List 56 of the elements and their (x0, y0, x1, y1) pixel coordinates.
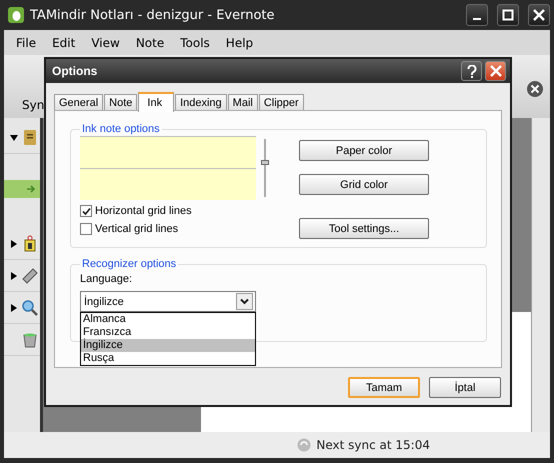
sync-button[interactable]: Syn (22, 98, 44, 112)
menu-item[interactable]: View (83, 36, 128, 50)
tab[interactable]: Indexing (175, 94, 227, 110)
option-button[interactable]: Paper color (299, 140, 429, 161)
arrow-icon (26, 184, 36, 194)
notebook-icon[interactable] (21, 128, 39, 146)
tab[interactable]: Ink (138, 92, 174, 112)
trash-icon[interactable] (21, 330, 39, 348)
scrollbar[interactable] (531, 118, 550, 432)
language-select[interactable]: İngilizce (80, 291, 256, 312)
help-button[interactable] (461, 61, 482, 81)
dropdown-option[interactable]: Almanca (81, 313, 255, 326)
expand-arrow-icon[interactable] (10, 272, 18, 280)
close-icon (532, 8, 546, 22)
ok-button[interactable]: Tamam (348, 377, 420, 398)
dropdown-option[interactable]: Rusça (81, 352, 255, 365)
tab[interactable]: Mail (228, 94, 258, 110)
expand-arrow-icon[interactable] (10, 134, 18, 142)
checkbox-label: Vertical grid lines (95, 223, 178, 235)
menu-item[interactable]: File (8, 36, 44, 50)
checkbox-label: Horizontal grid lines (95, 205, 192, 217)
ruler-icon[interactable] (21, 266, 39, 284)
help-icon (466, 64, 476, 78)
magnifier-icon[interactable] (21, 298, 39, 316)
tab[interactable]: General (54, 94, 104, 110)
option-button[interactable]: Grid color (299, 174, 429, 195)
checkbox[interactable] (80, 223, 92, 235)
clear-search-icon[interactable] (526, 80, 544, 98)
minimize-button[interactable] (466, 4, 488, 26)
group-title: Recognizer options (81, 258, 178, 270)
menu-item[interactable]: Help (218, 36, 262, 50)
sync-icon (297, 438, 312, 452)
expand-arrow-icon[interactable] (10, 240, 18, 248)
slider-thumb[interactable] (261, 160, 269, 166)
dropdown-option[interactable]: Fransızca (81, 326, 255, 339)
group-title: Ink note options (81, 123, 161, 135)
cancel-button[interactable]: İptal (429, 377, 501, 398)
field-label: Language: (80, 273, 133, 285)
dropdown-option[interactable]: İngilizce (81, 339, 255, 352)
option-button[interactable]: Tool settings... (299, 218, 429, 239)
tab[interactable]: Note (104, 94, 138, 110)
tab[interactable]: Clipper (258, 94, 304, 110)
checkbox[interactable] (80, 205, 92, 217)
menu-item[interactable]: Edit (44, 36, 84, 50)
window-title: TAMindir Notları - denizgur - Evernote (30, 8, 276, 22)
minimize-icon (473, 18, 481, 20)
expand-arrow-icon[interactable] (10, 304, 18, 312)
menu-item[interactable]: Note (128, 36, 172, 50)
menu-item[interactable]: Tools (172, 36, 218, 50)
app-icon (8, 7, 24, 23)
status-text: Next sync at 15:04 (316, 438, 430, 452)
dialog-title: Options (52, 64, 98, 78)
close-button[interactable] (528, 4, 550, 26)
close-icon (490, 65, 502, 77)
maximize-icon (501, 8, 515, 22)
maximize-button[interactable] (497, 4, 519, 26)
